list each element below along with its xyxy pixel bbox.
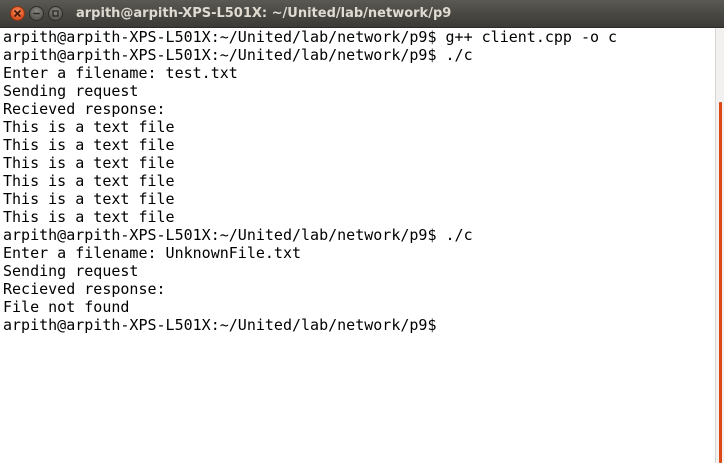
terminal-line: This is a text file (3, 154, 175, 172)
close-icon (14, 10, 21, 17)
maximize-icon (52, 10, 59, 17)
terminal-line: Enter a filename: test.txt (3, 64, 238, 82)
terminal-line: This is a text file (3, 190, 175, 208)
terminal-line: Sending request (3, 262, 139, 280)
terminal-line: This is a text file (3, 136, 175, 154)
terminal-line: This is a text file (3, 118, 175, 136)
terminal-window: arpith@arpith-XPS-L501X: ~/United/lab/ne… (0, 0, 724, 463)
terminal-output[interactable]: arpith@arpith-XPS-L501X:~/United/lab/net… (0, 28, 715, 463)
title-bar[interactable]: arpith@arpith-XPS-L501X: ~/United/lab/ne… (0, 0, 724, 28)
window-title: arpith@arpith-XPS-L501X: ~/United/lab/ne… (76, 6, 452, 21)
vertical-scrollbar[interactable] (715, 28, 724, 463)
close-button[interactable] (10, 6, 25, 21)
minimize-button[interactable] (29, 6, 44, 21)
terminal-line: arpith@arpith-XPS-L501X:~/United/lab/net… (3, 46, 473, 64)
terminal-line: Recieved response: (3, 100, 166, 118)
minimize-icon (33, 12, 40, 15)
maximize-button[interactable] (48, 6, 63, 21)
terminal-line: arpith@arpith-XPS-L501X:~/United/lab/net… (3, 226, 473, 244)
scrollbar-thumb[interactable] (719, 102, 722, 463)
terminal-line: arpith@arpith-XPS-L501X:~/United/lab/net… (3, 28, 618, 46)
terminal-line: This is a text file (3, 172, 175, 190)
terminal-line: Recieved response: (3, 280, 166, 298)
terminal-line: arpith@arpith-XPS-L501X:~/United/lab/net… (3, 316, 437, 334)
terminal-line: Enter a filename: UnknownFile.txt (3, 244, 302, 262)
terminal-line: This is a text file (3, 208, 175, 226)
terminal-line: File not found (3, 298, 130, 316)
terminal-line: Sending request (3, 82, 139, 100)
